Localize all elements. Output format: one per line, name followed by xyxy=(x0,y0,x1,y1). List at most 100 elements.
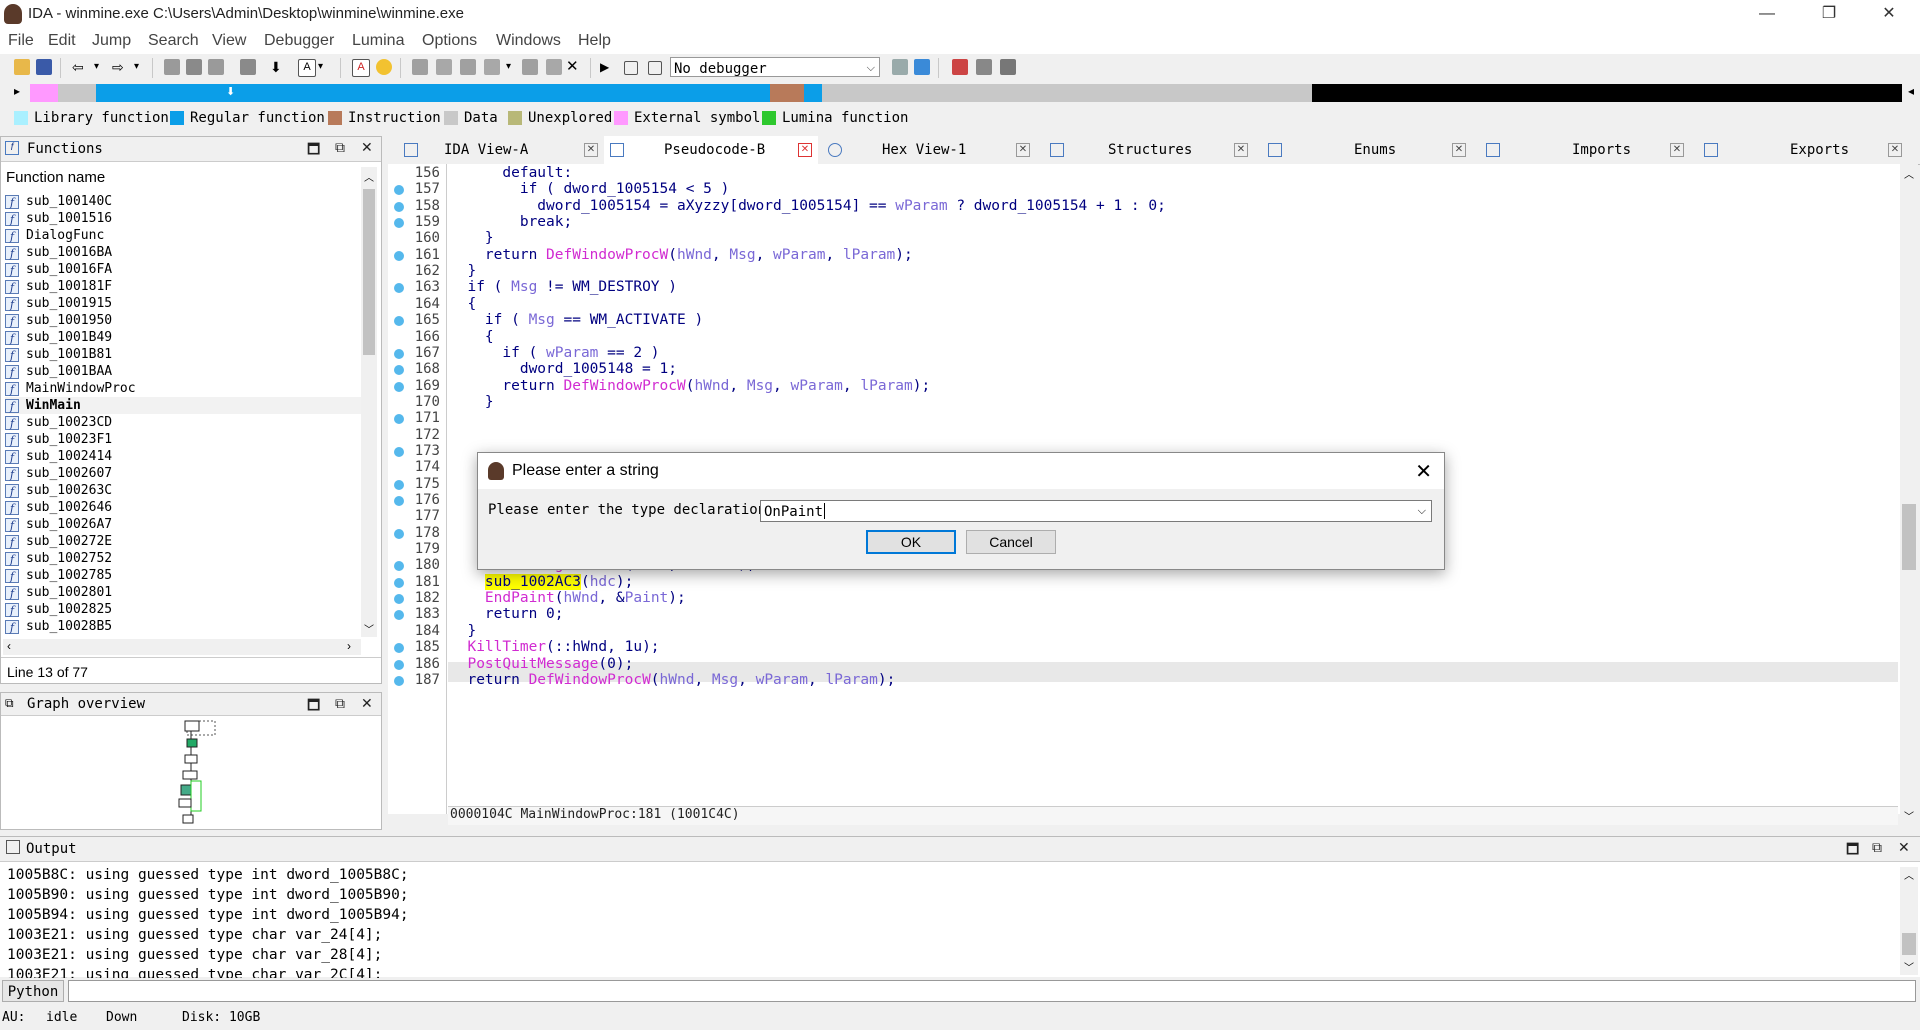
undefine-icon[interactable]: ✕ xyxy=(566,59,582,75)
debugger-select[interactable]: No debugger ⌵ xyxy=(670,57,880,77)
close-icon[interactable]: ✕ xyxy=(361,139,373,156)
scroll-down-icon[interactable]: ﹀ xyxy=(1904,808,1914,823)
tab-structures[interactable]: Structures ✕ xyxy=(1036,136,1254,164)
stop-icon[interactable] xyxy=(648,61,662,75)
menu-windows[interactable]: Windows xyxy=(496,32,561,50)
restore-button[interactable]: ❐ xyxy=(1806,0,1852,28)
tools-icon[interactable] xyxy=(1000,59,1016,75)
data-icon[interactable] xyxy=(436,59,452,75)
scroll-down-icon[interactable]: ﹀ xyxy=(1904,959,1914,974)
scroll-thumb[interactable] xyxy=(1902,933,1916,955)
run-to-icon[interactable] xyxy=(914,59,930,75)
menu-search[interactable]: Search xyxy=(148,32,199,50)
scroll-down-icon[interactable]: ﹀ xyxy=(364,621,374,636)
scroll-thumb[interactable] xyxy=(363,189,375,355)
cancel-button[interactable]: Cancel xyxy=(966,530,1056,554)
tab-close-icon[interactable]: ✕ xyxy=(798,143,812,157)
tab-enums[interactable]: Enums ✕ xyxy=(1254,136,1472,164)
maximize-icon[interactable]: 🗖 xyxy=(1846,839,1859,863)
function-list-item[interactable]: f sub_1001B49 xyxy=(5,329,112,346)
menu-jump[interactable]: Jump xyxy=(92,32,131,50)
menu-view[interactable]: View xyxy=(212,32,246,50)
back-arrow-icon[interactable]: ⇦ xyxy=(72,59,88,75)
nav-right-arrow-icon[interactable]: ◂ xyxy=(1908,84,1914,98)
float-icon[interactable]: ⧉ xyxy=(335,695,345,712)
menu-options[interactable]: Options xyxy=(422,32,477,50)
start-debug-icon[interactable]: ▶ xyxy=(600,59,616,75)
function-list-item[interactable]: f sub_100272E xyxy=(5,533,112,550)
maximize-icon[interactable]: 🗖 xyxy=(307,139,320,163)
down-arrow-icon[interactable]: ⬇ xyxy=(270,59,286,75)
function-list-item[interactable]: f sub_10023F1 xyxy=(5,431,112,448)
function-list-item[interactable]: f sub_1001950 xyxy=(5,312,112,329)
mark-icon[interactable]: A xyxy=(352,59,370,77)
more-dropdown-icon[interactable]: ▾ xyxy=(506,59,522,75)
lumina-icon[interactable] xyxy=(376,59,392,75)
search-imm-icon[interactable] xyxy=(208,59,224,75)
forward-dropdown-icon[interactable]: ▾ xyxy=(134,59,150,75)
scroll-thumb[interactable] xyxy=(1902,504,1916,570)
function-list-item[interactable]: f DialogFunc xyxy=(5,227,104,244)
tab-hex-view-1[interactable]: Hex View-1 ✕ xyxy=(818,136,1036,164)
function-list-item[interactable]: f sub_1002414 xyxy=(5,448,112,465)
function-list-item[interactable]: f sub_1002752 xyxy=(5,550,112,567)
function-list-item[interactable]: f sub_10016BA xyxy=(5,244,112,261)
functions-scrollbar[interactable]: ︿ ﹀ xyxy=(361,167,377,637)
menu-lumina[interactable]: Lumina xyxy=(352,32,404,50)
python-button[interactable]: Python xyxy=(2,980,64,1002)
menu-file[interactable]: File xyxy=(8,32,34,50)
code-line[interactable]: return DefWindowProcW(hWnd, Msg, wParam,… xyxy=(450,247,913,267)
tab-close-icon[interactable]: ✕ xyxy=(1888,143,1902,157)
close-icon[interactable]: ✕ xyxy=(1898,839,1910,856)
struct-icon[interactable] xyxy=(460,59,476,75)
search-text-icon[interactable] xyxy=(186,59,202,75)
ok-button[interactable]: OK xyxy=(866,530,956,554)
code-scrollbar[interactable]: ︿ ﹀ xyxy=(1900,164,1918,826)
menu-help[interactable]: Help xyxy=(578,32,611,50)
function-list-item[interactable]: f sub_10028B5 xyxy=(5,618,112,635)
dialog-close-icon[interactable]: ✕ xyxy=(1415,459,1432,484)
search-bin-icon[interactable] xyxy=(164,59,180,75)
close-button[interactable]: ✕ xyxy=(1866,0,1912,28)
nav-left-arrow-icon[interactable]: ▸ xyxy=(14,84,20,98)
navigation-band[interactable]: ▸ ⬇ ◂ xyxy=(0,82,1920,106)
text-dropdown-icon[interactable]: ▾ xyxy=(318,59,334,75)
tab-close-icon[interactable]: ✕ xyxy=(1452,143,1466,157)
float-icon[interactable]: ⧉ xyxy=(335,139,345,156)
text-icon[interactable]: A xyxy=(298,59,316,77)
function-list-item[interactable]: f sub_10026A7 xyxy=(5,516,112,533)
close-icon[interactable]: ✕ xyxy=(361,695,373,712)
function-list-item[interactable]: f sub_1001B81 xyxy=(5,346,112,363)
chevron-down-icon[interactable]: ⌵ xyxy=(1418,501,1426,521)
scroll-left-icon[interactable]: ‹ xyxy=(7,639,11,653)
function-list-item[interactable]: f sub_100181F xyxy=(5,278,112,295)
tab-close-icon[interactable]: ✕ xyxy=(584,143,598,157)
function-list-item[interactable]: f sub_1002801 xyxy=(5,584,112,601)
tab-pseudocode-b[interactable]: Pseudocode-B ✕ xyxy=(604,136,818,164)
function-name-column-header[interactable]: Function name xyxy=(6,169,105,186)
function-list-item[interactable]: f sub_100263C xyxy=(5,482,112,499)
breakpoint-icon[interactable] xyxy=(952,59,968,75)
step-icon[interactable] xyxy=(892,59,908,75)
graph-thumbnail[interactable] xyxy=(171,719,231,827)
function-list-item[interactable]: f MainWindowProc xyxy=(5,380,136,397)
open-icon[interactable] xyxy=(14,59,30,75)
tab-imports[interactable]: Imports ✕ xyxy=(1472,136,1690,164)
search-next-icon[interactable] xyxy=(240,59,256,75)
functions-hscrollbar[interactable]: ‹ › xyxy=(3,639,361,655)
function-list-item[interactable]: f sub_10016FA xyxy=(5,261,112,278)
forward-arrow-icon[interactable]: ⇨ xyxy=(112,59,128,75)
function-list-item[interactable]: f sub_1002607 xyxy=(5,465,112,482)
code-line[interactable]: return DefWindowProcW(hWnd, Msg, wParam,… xyxy=(450,378,930,398)
function-list-item[interactable]: f sub_100140C xyxy=(5,193,112,210)
array-icon[interactable] xyxy=(484,59,500,75)
scroll-up-icon[interactable]: ︿ xyxy=(364,169,374,184)
minimize-button[interactable]: — xyxy=(1744,0,1790,28)
function-list-item[interactable]: f sub_1002825 xyxy=(5,601,112,618)
command-input[interactable] xyxy=(68,980,1916,1002)
pause-icon[interactable] xyxy=(624,61,638,75)
tab-close-icon[interactable]: ✕ xyxy=(1670,143,1684,157)
patch-icon[interactable] xyxy=(522,59,538,75)
save-icon[interactable] xyxy=(36,59,52,75)
function-list-item[interactable]: f sub_1002646 xyxy=(5,499,112,516)
